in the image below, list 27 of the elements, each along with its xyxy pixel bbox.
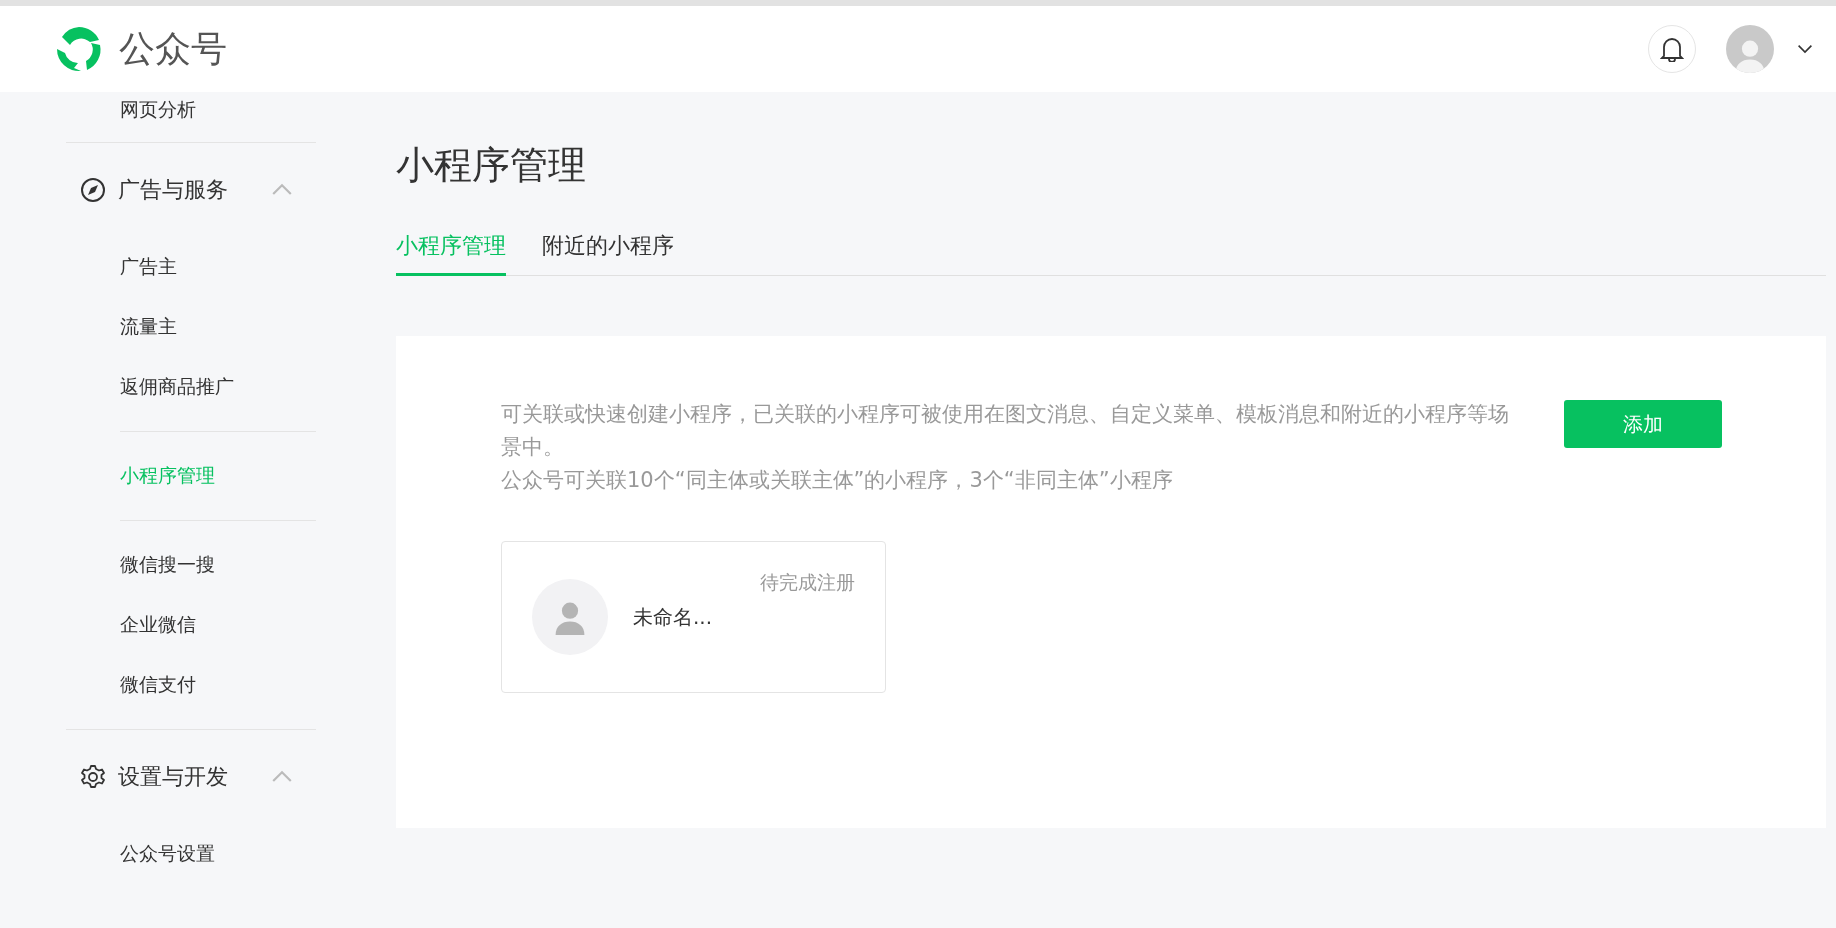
sidebar-item[interactable]: 返佣商品推广 xyxy=(66,357,316,417)
status-text: 待完成注册 xyxy=(760,570,855,595)
mini-program-name: 未命名... xyxy=(633,603,713,631)
notification-button[interactable] xyxy=(1648,25,1696,73)
sidebar-item[interactable]: 企业微信 xyxy=(66,595,316,655)
sidebar-item[interactable]: 公众号设置 xyxy=(66,824,316,884)
section-label: 设置与开发 xyxy=(118,763,229,791)
gear-icon xyxy=(80,764,106,790)
sidebar-item[interactable]: 微信搜一搜 xyxy=(66,535,316,595)
caret-icon[interactable] xyxy=(1797,44,1813,54)
compass-icon xyxy=(80,177,106,203)
mini-program-card[interactable]: 未命名... 待完成注册 xyxy=(501,541,886,693)
chevron-icon xyxy=(271,183,293,197)
tab[interactable]: 附近的小程序 xyxy=(542,231,674,276)
page-title: 小程序管理 xyxy=(396,142,587,189)
sidebar-item[interactable]: 网页分析 xyxy=(66,92,316,128)
app-title: 公众号 xyxy=(119,26,227,71)
description-text: 可关联或快速创建小程序，已关联的小程序可被使用在图文消息、自定义菜单、模板消息和附近的小程序等场景中。 xyxy=(501,401,1510,461)
sidebar-item[interactable]: 流量主 xyxy=(66,297,316,357)
description-text: 公众号可关联10个“同主体或关联主体”的小程序，3个“非同主体”小程序 xyxy=(501,467,1174,494)
sidebar-item[interactable]: 广告主 xyxy=(66,237,316,297)
sidebar-item[interactable]: 微信支付 xyxy=(66,655,316,715)
chevron-icon xyxy=(271,770,293,784)
bell-icon xyxy=(1660,36,1684,62)
section-label: 广告与服务 xyxy=(118,176,229,204)
sidebar-section[interactable]: 广告与服务 xyxy=(66,143,316,237)
sidebar-section[interactable]: 设置与开发 xyxy=(66,730,316,824)
